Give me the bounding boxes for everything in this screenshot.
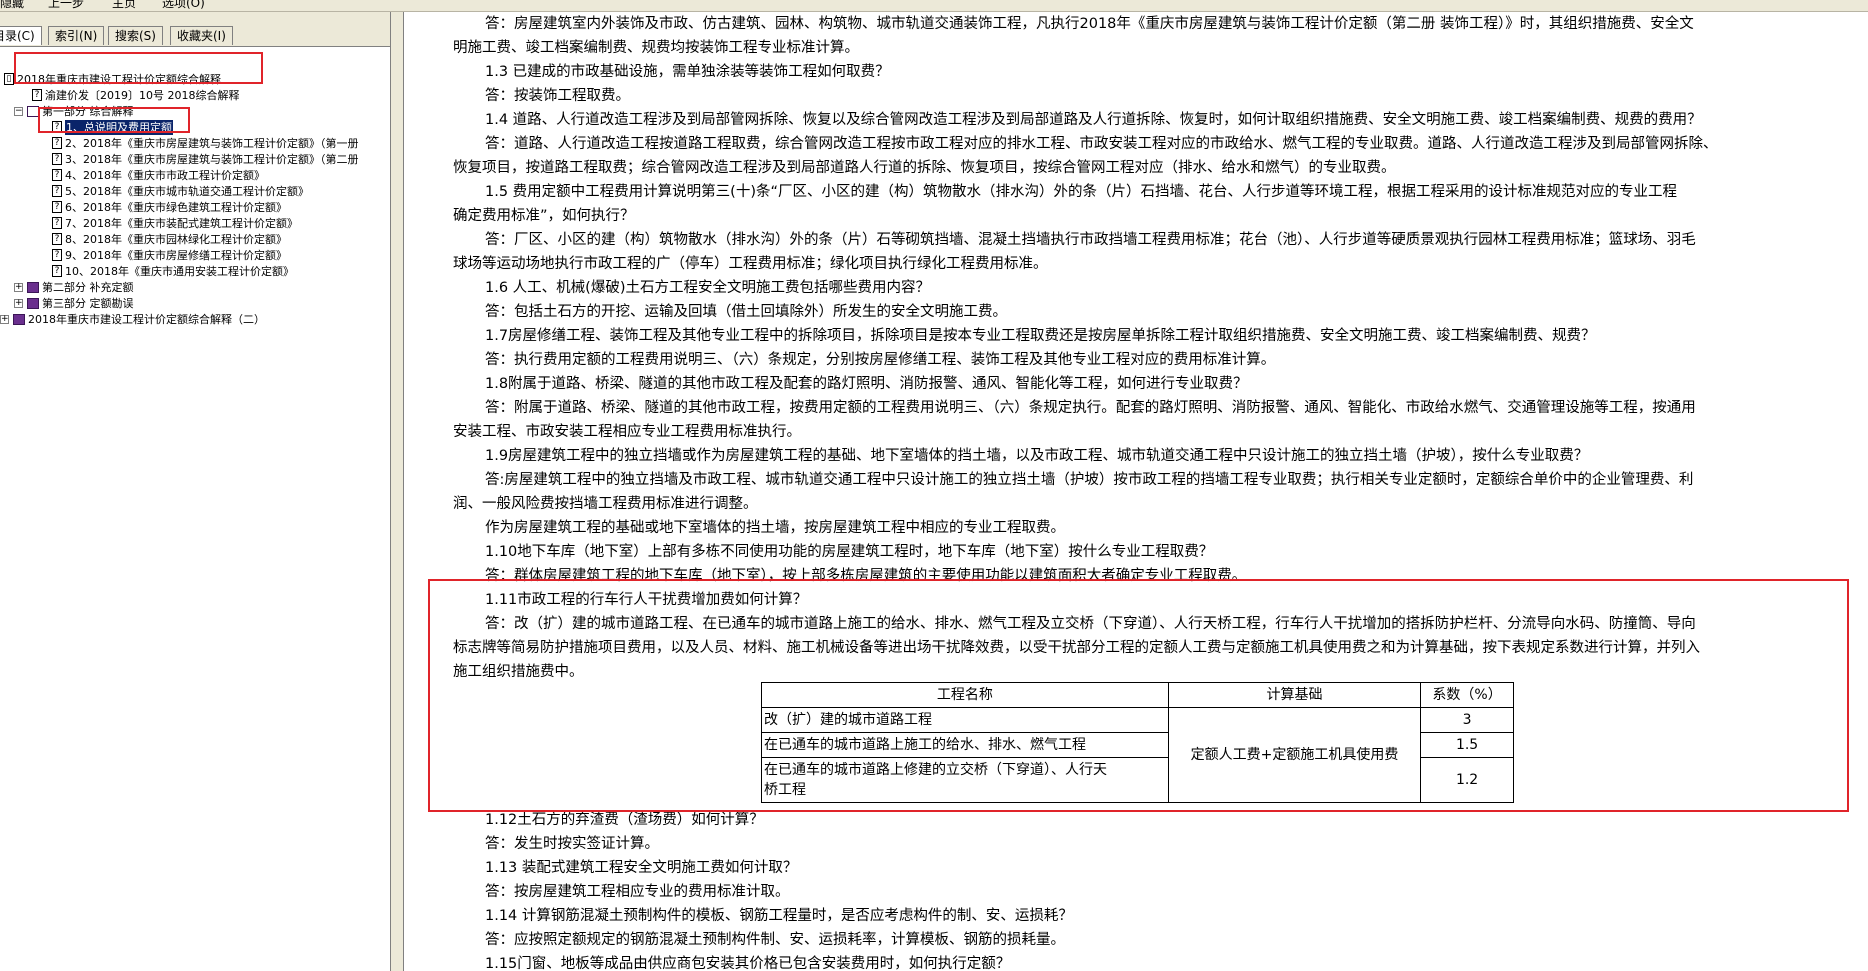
annotation-box-content: [428, 579, 1849, 812]
toolbar-options-button[interactable]: 选项(O): [162, 0, 205, 10]
content-line: 答：厂区、小区的建（构）筑物散水（排水沟）外的条（片）石等砌筑挡墙、混凝土挡墙执…: [485, 232, 1696, 248]
help-page-icon: ?: [52, 233, 62, 245]
tree-node-root-2018-second[interactable]: +2018年重庆市建设工程计价定额综合解释（二）: [0, 312, 265, 327]
content-line: 球场等运动场地执行市政工程的广（停车）工程费用标准；绿化项目执行绿化工程费用标准…: [453, 256, 1048, 272]
pane-splitter[interactable]: [391, 12, 404, 971]
content-line: 答:房屋建筑工程中的独立挡墙及市政工程、城市轨道交通工程中只设计施工的独立挡土墙…: [485, 472, 1694, 488]
document-icon: ▯: [4, 73, 14, 85]
content-line: 答：按房屋建筑工程相应专业的费用标准计取。: [485, 884, 790, 900]
content-pane: 答：房屋建筑室内外装饰及市政、仿古建筑、园林、构筑物、城市轨道交通装饰工程，凡执…: [404, 12, 1868, 971]
help-page-icon: ?: [52, 249, 62, 261]
help-page-icon: ?: [32, 89, 42, 101]
nav-tabs: 目录(C) 索引(N) 搜索(S) 收藏夹(I): [0, 12, 390, 47]
tree-node-item-7[interactable]: ? 7、2018年《重庆市装配式建筑工程计价定额》: [52, 216, 298, 231]
content-line: 1.6 人工、机械(爆破)土石方工程安全文明施工费包括哪些费用内容？: [485, 280, 930, 296]
expand-icon[interactable]: +: [0, 315, 9, 324]
tree-node-item-3[interactable]: ? 3、2018年《重庆市房屋建筑与装饰工程计价定额》（第二册: [52, 152, 359, 167]
content-line: 1.3 已建成的市政基础设施，需单独涂装等装饰工程如何取费？: [485, 64, 890, 80]
toolbar-home-button[interactable]: 主页: [112, 0, 136, 10]
content-line: 1.13 装配式建筑工程安全文明施工费如何计取？: [485, 860, 798, 876]
tree-node-part3[interactable]: + 第三部分 定额勘误: [14, 296, 134, 311]
tab-favorites[interactable]: 收藏夹(I): [170, 26, 233, 45]
content-line: 1.5 费用定额中工程费用计算说明第三(十)条“厂区、小区的建（构）筑物散水（排…: [485, 184, 1677, 200]
content-line: 安装工程、市政安装工程相应专业工程费用标准执行。: [453, 424, 801, 440]
annotation-box-selected: [38, 107, 190, 133]
content-line: 明施工费、竣工档案编制费、规费均按装饰工程专业标准计算。: [453, 40, 859, 56]
content-line: 答：应按照定额规定的钢筋混凝土预制构件制、安、运损耗率，计算模板、钢筋的损耗量。: [485, 932, 1065, 948]
content-line: 答：附属于道路、桥梁、隧道的其他市政工程，按费用定额的工程费用说明三、（六）条规…: [485, 400, 1696, 416]
content-line: 作为房屋建筑工程的基础或地下室墙体的挡土墙，按房屋建筑工程中相应的专业工程取费。: [485, 520, 1065, 536]
annotation-box-root: [14, 52, 263, 84]
help-page-icon: ?: [52, 217, 62, 229]
tree-node-item-5[interactable]: ? 5、2018年《重庆市城市轨道交通工程计价定额》: [52, 184, 309, 199]
content-line: 1.14 计算钢筋混凝土预制构件的模板、钢筋工程量时，是否应考虑构件的制、安、运…: [485, 908, 1073, 924]
content-line: 1.4 道路、人行道改造工程涉及到局部管网拆除、恢复以及综合管网改造工程涉及到局…: [485, 112, 1702, 128]
tree-node-notice[interactable]: ? 渝建价发〔2019〕10号 2018综合解释: [32, 88, 239, 103]
tree-node-item-8[interactable]: ? 8、2018年《重庆市园林绿化工程计价定额》: [52, 232, 287, 247]
content-line: 答：道路、人行道改造工程按道路工程取费，综合管网改造工程按市政工程对应的排水工程…: [485, 136, 1718, 152]
content-line: 确定费用标准”，如何执行？: [453, 208, 635, 224]
tab-index[interactable]: 索引(N): [48, 26, 105, 45]
content-line: 答：按装饰工程取费。: [485, 88, 630, 104]
tab-search[interactable]: 搜索(S): [108, 26, 163, 45]
content-line: 1.7房屋修缮工程、装饰工程及其他专业工程中的拆除项目，拆除项目是按本专业工程取…: [485, 328, 1596, 344]
tree-node-item-6[interactable]: ? 6、2018年《重庆市绿色建筑工程计价定额》: [52, 200, 287, 215]
content-line: 1.10地下车库（地下室）上部有多栋不同使用功能的房屋建筑工程时，地下车库（地下…: [485, 544, 1214, 560]
book-icon: [27, 298, 39, 309]
toolbar-back-button[interactable]: 上一步: [48, 0, 84, 10]
tree-node-item-4[interactable]: ? 4、2018年《重庆市市政工程计价定额》: [52, 168, 265, 183]
help-page-icon: ?: [52, 153, 62, 165]
navigation-pane: 目录(C) 索引(N) 搜索(S) 收藏夹(I) ▯2018年重庆市建设工程计价…: [0, 12, 391, 971]
tree-node-part2[interactable]: + 第二部分 补充定额: [14, 280, 134, 295]
content-line: 1.9房屋建筑工程中的独立挡墙或作为房屋建筑工程的基础、地下室墙体的挡土墙，以及…: [485, 448, 1589, 464]
tree-node-item-2[interactable]: ? 2、2018年《重庆市房屋建筑与装饰工程计价定额》（第一册: [52, 136, 359, 151]
tab-contents[interactable]: 目录(C): [0, 26, 42, 45]
tree-node-item-9[interactable]: ? 9、2018年《重庆市房屋修缮工程计价定额》: [52, 248, 287, 263]
toolbar: 隐藏 上一步 主页 选项(O): [0, 0, 1868, 12]
content-line: 答：发生时按实签证计算。: [485, 836, 659, 852]
content-line: 润、一般风险费按挡墙工程费用标准进行调整。: [453, 496, 758, 512]
help-page-icon: ?: [52, 201, 62, 213]
collapse-icon[interactable]: −: [14, 107, 23, 116]
help-page-icon: ?: [52, 265, 62, 277]
content-line: 恢复项目，按道路工程取费；综合管网改造工程涉及到局部道路人行道的拆除、恢复项目，…: [453, 160, 1396, 176]
tree-node-item-10[interactable]: ? 10、2018年《重庆市通用安装工程计价定额》: [52, 264, 294, 279]
book-icon: [13, 314, 25, 325]
toolbar-hide-button[interactable]: 隐藏: [0, 0, 24, 10]
expand-icon[interactable]: +: [14, 283, 23, 292]
expand-icon[interactable]: +: [14, 299, 23, 308]
content-line: 1.15门窗、地板等成品由供应商包安装其价格已包含安装费用时，如何执行定额？: [485, 956, 1011, 971]
content-line: 答：执行费用定额的工程费用说明三、（六）条规定，分别按房屋修缮工程、装饰工程及其…: [485, 352, 1276, 368]
content-line: 答：包括土石方的开挖、运输及回填（借土回填除外）所发生的安全文明施工费。: [485, 304, 1007, 320]
help-page-icon: ?: [52, 185, 62, 197]
content-line: 1.8附属于道路、桥梁、隧道的其他市政工程及配套的路灯照明、消防报警、通风、智能…: [485, 376, 1248, 392]
book-icon: [27, 282, 39, 293]
help-page-icon: ?: [52, 169, 62, 181]
content-line: 答：房屋建筑室内外装饰及市政、仿古建筑、园林、构筑物、城市轨道交通装饰工程，凡执…: [485, 16, 1694, 32]
help-page-icon: ?: [52, 137, 62, 149]
